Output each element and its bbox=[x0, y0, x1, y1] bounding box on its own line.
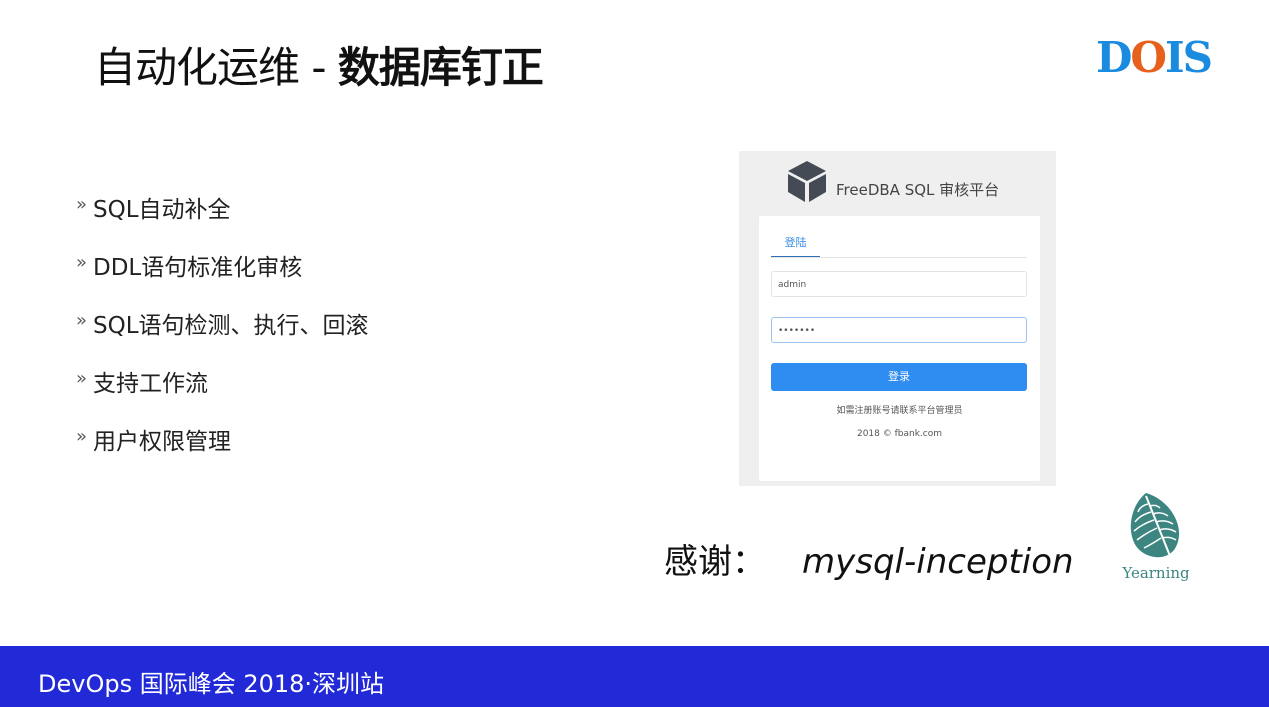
slide-title: 自动化运维 - 数据库钉正 bbox=[94, 34, 544, 95]
list-item: » SQL自动补全 bbox=[76, 190, 369, 248]
leaf-icon bbox=[1130, 493, 1180, 558]
login-card: 登陆 admin ••••••• 登录 如需注册账号请联系平台管理员 2018 … bbox=[759, 216, 1040, 481]
login-button[interactable]: 登录 bbox=[771, 363, 1027, 391]
title-prefix: 自动化运维 - bbox=[94, 43, 338, 92]
list-item: » 支持工作流 bbox=[76, 364, 369, 422]
register-note: 如需注册账号请联系平台管理员 bbox=[836, 406, 963, 416]
list-item: » 用户权限管理 bbox=[76, 422, 369, 480]
feature-list: » SQL自动补全 » DDL语句标准化审核 » SQL语句检测、执行、回滚 » 支持工… bbox=[76, 190, 369, 480]
thanks-label: 感谢： bbox=[664, 542, 766, 582]
tab-divider bbox=[771, 257, 1027, 258]
logo-o: O bbox=[1130, 33, 1167, 82]
footer-bar: DevOps 国际峰会 2018·深圳站 bbox=[0, 646, 1269, 707]
logo-d: D bbox=[1096, 33, 1132, 82]
bullet-text: DDL语句标准化审核 bbox=[93, 255, 303, 281]
bullet-marker: » bbox=[76, 426, 88, 447]
login-screenshot: FreeDBA SQL 审核平台 登陆 admin ••••••• 登录 如需注… bbox=[739, 151, 1056, 486]
dois-logo: DOIS bbox=[1096, 33, 1213, 82]
copyright: 2018 © fbank.com bbox=[856, 429, 943, 439]
app-title: FreeDBA SQL 审核平台 bbox=[836, 181, 1000, 199]
bullet-text: SQL自动补全 bbox=[93, 197, 231, 223]
logo-is: IS bbox=[1165, 33, 1213, 82]
bullet-marker: » bbox=[76, 252, 88, 273]
title-bold: 数据库钉正 bbox=[337, 43, 544, 92]
thanks-project: mysql-inception bbox=[802, 542, 1074, 582]
bullet-text: 支持工作流 bbox=[93, 371, 209, 397]
bullet-text: 用户权限管理 bbox=[93, 429, 232, 455]
thanks-line: 感谢： mysql-inception bbox=[664, 534, 1074, 583]
tab-login[interactable]: 登陆 bbox=[771, 234, 820, 258]
bullet-marker: » bbox=[76, 368, 88, 389]
password-input[interactable]: ••••••• bbox=[771, 317, 1027, 343]
list-item: » SQL语句检测、执行、回滚 bbox=[76, 306, 369, 364]
bullet-marker: » bbox=[76, 310, 88, 331]
yearning-logo: Yearning bbox=[1118, 490, 1194, 582]
cube-icon bbox=[788, 161, 826, 202]
bullet-marker: » bbox=[76, 194, 88, 215]
yearning-text: Yearning bbox=[1122, 564, 1190, 582]
username-input[interactable]: admin bbox=[771, 271, 1027, 297]
list-item: » DDL语句标准化审核 bbox=[76, 248, 369, 306]
bullet-text: SQL语句检测、执行、回滚 bbox=[93, 313, 369, 339]
footer-text: DevOps 国际峰会 2018·深圳站 bbox=[38, 670, 385, 698]
